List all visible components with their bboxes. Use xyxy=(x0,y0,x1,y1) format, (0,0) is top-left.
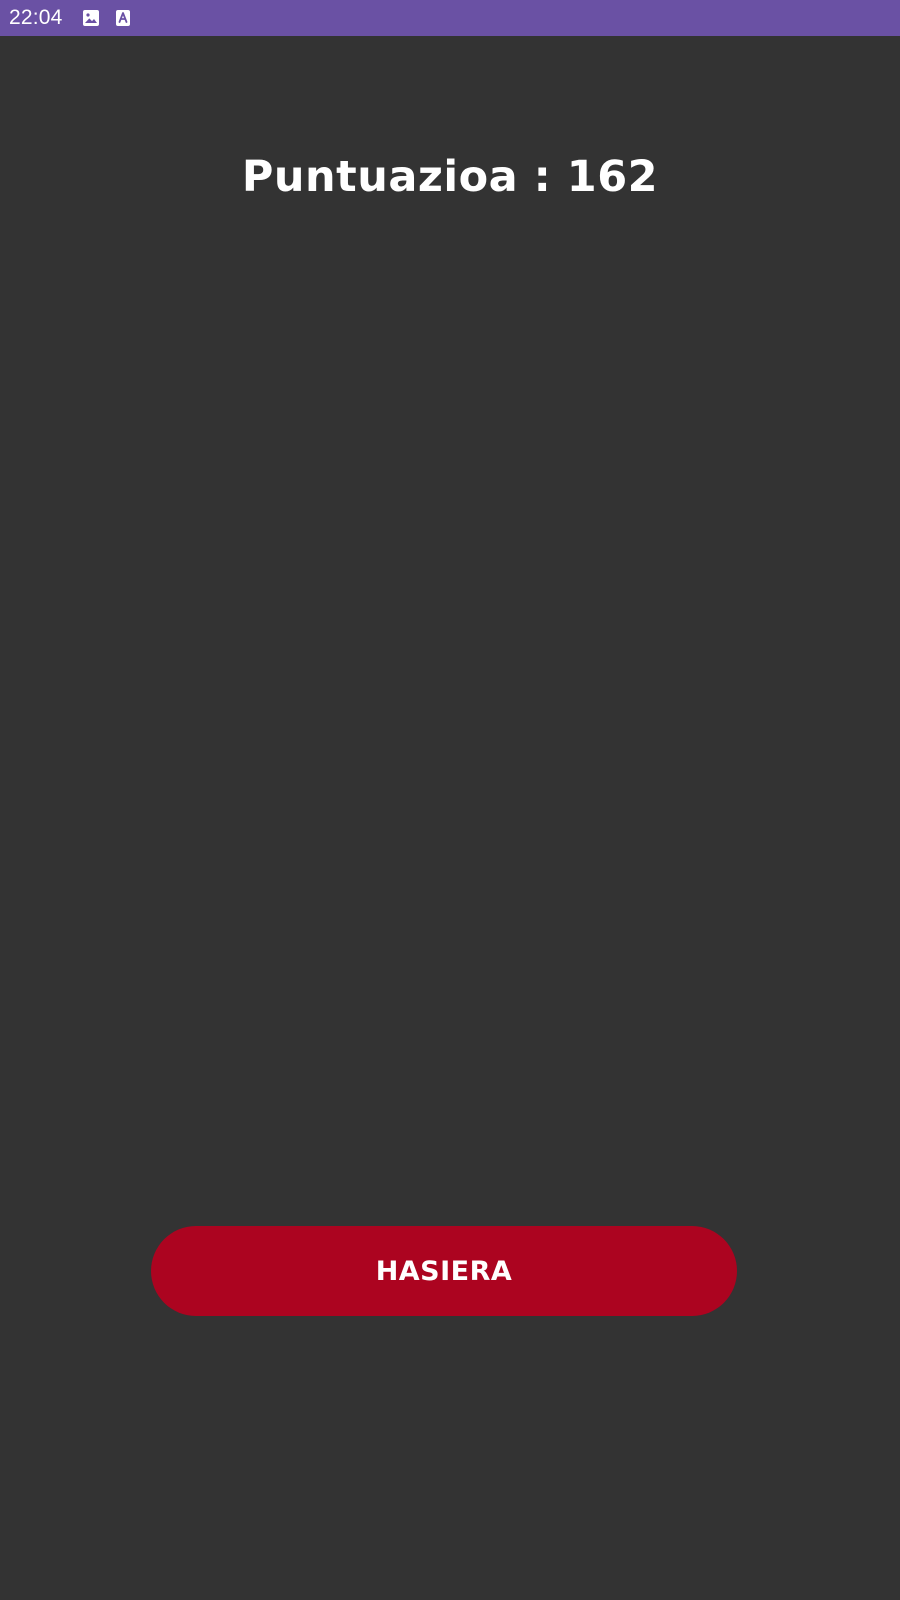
image-icon xyxy=(81,8,101,28)
status-time: 22:04 xyxy=(9,6,63,29)
home-button[interactable]: HASIERA xyxy=(151,1226,737,1316)
store-icon xyxy=(114,9,132,27)
score-title: Puntuazioa : 162 xyxy=(241,152,659,202)
game-over-screen: 22:04 Puntuazioa : 162 HASIERA xyxy=(0,0,900,1600)
status-bar: 22:04 xyxy=(0,0,900,36)
